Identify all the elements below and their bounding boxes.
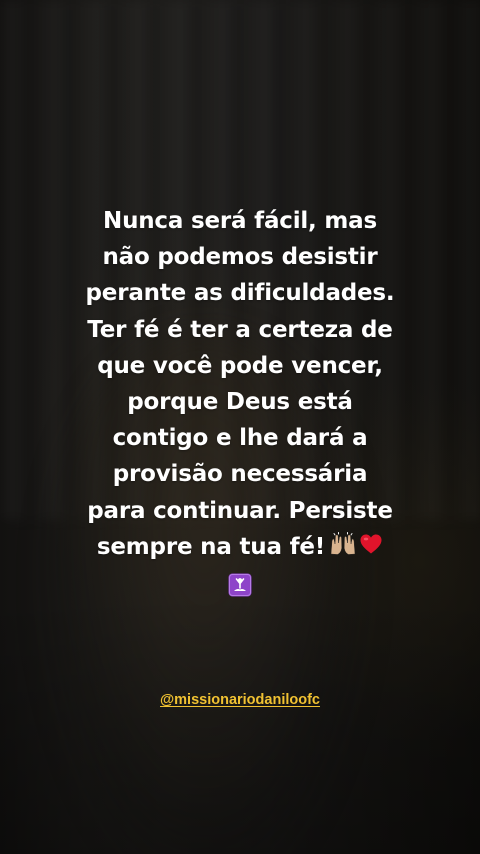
account-handle-link[interactable]: @missionariodaniloofc bbox=[0, 692, 480, 708]
quote-line: sempre na tua fé! bbox=[96, 533, 326, 560]
story-frame: Nunca será fácil, mas não podemos desist… bbox=[0, 0, 480, 854]
quote-line: não podemos desistir bbox=[102, 244, 378, 271]
quote-last-line: sempre na tua fé! bbox=[40, 529, 440, 565]
quote-text: Nunca será fácil, mas não podemos desist… bbox=[40, 203, 440, 601]
quote-line: Ter fé é ter a certeza de bbox=[87, 316, 393, 343]
quote-line: Nunca será fácil, mas bbox=[103, 208, 377, 234]
quote-line: provisão necessária bbox=[112, 461, 368, 488]
person-in-lotus-position-icon bbox=[228, 573, 252, 597]
quote-line: porque Deus está bbox=[127, 389, 353, 416]
quote-line: perante as dificuldades. bbox=[85, 280, 395, 307]
bottom-shade bbox=[0, 594, 480, 854]
quote-line: contigo e lhe dará a bbox=[112, 425, 368, 452]
raising-hands-icon bbox=[330, 532, 356, 556]
red-heart-icon bbox=[360, 534, 382, 554]
quote-emoji-line bbox=[40, 565, 440, 601]
quote-line: que você pode vencer, bbox=[97, 352, 383, 379]
quote-line: para continuar. Persiste bbox=[87, 497, 393, 524]
